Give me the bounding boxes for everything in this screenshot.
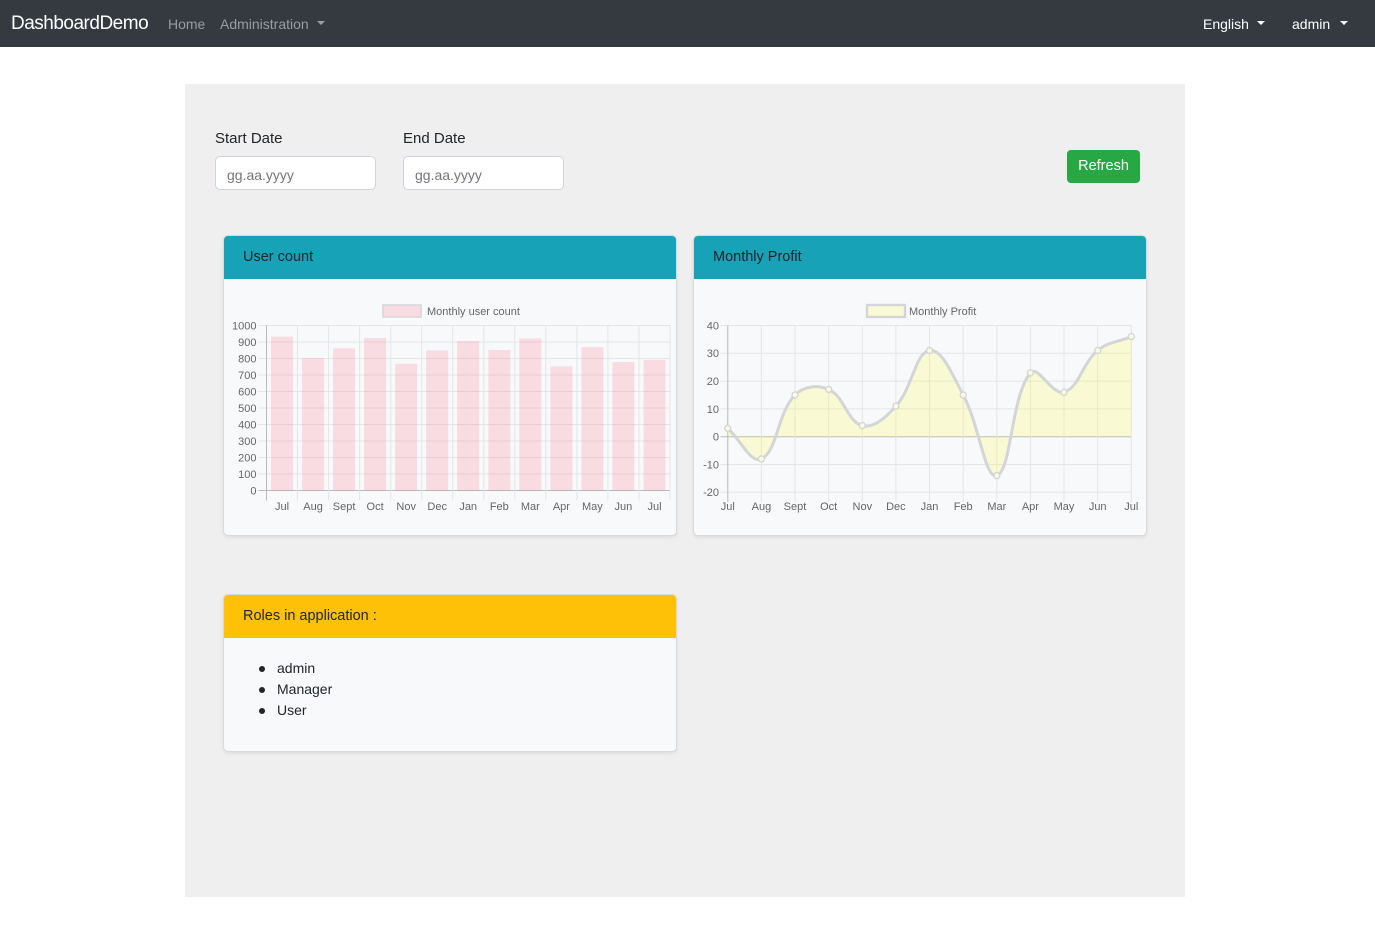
svg-text:0: 0 [250, 485, 256, 497]
svg-text:-10: -10 [703, 459, 719, 471]
svg-text:500: 500 [238, 402, 256, 414]
svg-text:300: 300 [238, 435, 256, 447]
svg-text:Nov: Nov [396, 501, 416, 513]
svg-text:Mar: Mar [987, 501, 1006, 513]
svg-text:-20: -20 [703, 487, 719, 499]
svg-text:20: 20 [707, 376, 719, 388]
svg-text:Sept: Sept [333, 501, 356, 513]
svg-text:0: 0 [713, 431, 719, 443]
svg-text:600: 600 [238, 386, 256, 398]
svg-text:100: 100 [238, 468, 256, 480]
svg-text:800: 800 [238, 353, 256, 365]
svg-text:Jul: Jul [275, 501, 289, 513]
svg-text:Jul: Jul [721, 501, 735, 513]
svg-text:Oct: Oct [820, 501, 837, 513]
svg-text:900: 900 [238, 336, 256, 348]
svg-text:May: May [1054, 501, 1075, 513]
svg-text:Feb: Feb [490, 501, 509, 513]
svg-text:Jul: Jul [647, 501, 661, 513]
svg-text:Jun: Jun [1089, 501, 1107, 513]
svg-text:400: 400 [238, 419, 256, 431]
svg-text:Apr: Apr [1022, 501, 1039, 513]
svg-text:Monthly Profit: Monthly Profit [909, 306, 976, 318]
svg-text:Sept: Sept [784, 501, 807, 513]
svg-text:Mar: Mar [521, 501, 540, 513]
svg-text:700: 700 [238, 369, 256, 381]
svg-text:Aug: Aug [752, 501, 772, 513]
svg-text:Aug: Aug [303, 501, 323, 513]
svg-text:200: 200 [238, 452, 256, 464]
svg-text:Jun: Jun [615, 501, 633, 513]
svg-text:30: 30 [707, 348, 719, 360]
svg-text:Nov: Nov [853, 501, 873, 513]
svg-text:May: May [582, 501, 603, 513]
svg-text:Jan: Jan [459, 501, 477, 513]
svg-text:Monthly user count: Monthly user count [427, 306, 520, 318]
svg-text:Jan: Jan [921, 501, 939, 513]
svg-text:Feb: Feb [954, 501, 973, 513]
svg-text:Apr: Apr [553, 501, 570, 513]
svg-text:10: 10 [707, 403, 719, 415]
svg-text:40: 40 [707, 320, 719, 332]
svg-text:Jul: Jul [1124, 501, 1138, 513]
svg-text:Dec: Dec [886, 501, 906, 513]
svg-text:Oct: Oct [367, 501, 384, 513]
svg-text:1000: 1000 [232, 320, 256, 332]
svg-text:Dec: Dec [427, 501, 447, 513]
